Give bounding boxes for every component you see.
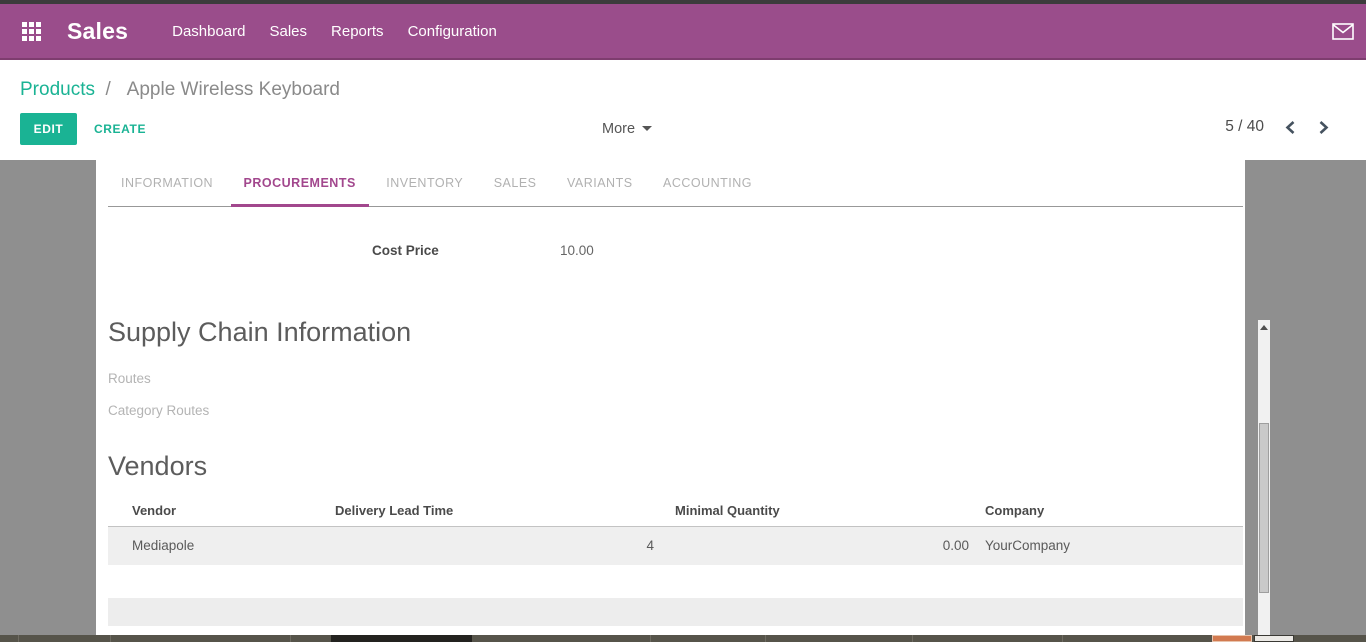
breadcrumb: Products / Apple Wireless Keyboard bbox=[20, 79, 340, 101]
edit-button[interactable]: EDIT bbox=[20, 113, 77, 145]
tab-sales[interactable]: SALES bbox=[481, 160, 550, 207]
apps-grid-icon[interactable] bbox=[22, 22, 41, 41]
cost-price-label: Cost Price bbox=[372, 243, 439, 258]
pager-previous-button[interactable] bbox=[1284, 120, 1297, 135]
messages-envelope-icon[interactable] bbox=[1332, 23, 1354, 40]
taskbar-item-orange[interactable] bbox=[1212, 635, 1252, 642]
breadcrumb-current bbox=[116, 79, 127, 100]
pager-value[interactable]: 5 / 40 bbox=[1225, 118, 1264, 136]
content-area: INFORMATION PROCUREMENTS INVENTORY SALES… bbox=[0, 160, 1366, 642]
empty-section-placeholder bbox=[108, 598, 1243, 626]
column-header-minimal-quantity: Minimal Quantity bbox=[660, 497, 975, 527]
pager: 5 / 40 bbox=[1225, 118, 1330, 136]
tab-variants[interactable]: VARIANTS bbox=[554, 160, 646, 207]
scroll-up-arrow-icon[interactable] bbox=[1260, 325, 1268, 330]
nav-item-reports[interactable]: Reports bbox=[331, 23, 384, 40]
cost-price-value: 10.00 bbox=[560, 243, 594, 258]
taskbar-active-app[interactable] bbox=[331, 635, 472, 642]
breadcrumb-current-item: Apple Wireless Keyboard bbox=[127, 79, 340, 100]
tab-accounting[interactable]: ACCOUNTING bbox=[650, 160, 765, 207]
vertical-scrollbar[interactable] bbox=[1258, 320, 1270, 642]
routes-label: Routes bbox=[108, 371, 151, 386]
create-button[interactable]: CREATE bbox=[94, 113, 146, 145]
vendor-table-row[interactable]: Mediapole 4 0.00 YourCompany bbox=[108, 527, 1243, 565]
taskbar-item-light[interactable] bbox=[1254, 635, 1294, 642]
navbar-menu: Dashboard Sales Reports Configuration bbox=[172, 23, 521, 40]
supply-chain-heading: Supply Chain Information bbox=[108, 317, 411, 348]
caret-down-icon bbox=[642, 126, 652, 131]
more-dropdown[interactable]: More bbox=[602, 121, 652, 137]
company-cell: YourCompany bbox=[975, 527, 1243, 565]
tab-procurements[interactable]: PROCUREMENTS bbox=[231, 160, 369, 207]
delivery-lead-time-cell: 4 bbox=[335, 527, 660, 565]
breadcrumb-separator-slash: / bbox=[106, 79, 111, 100]
scrollbar-thumb[interactable] bbox=[1259, 423, 1269, 593]
pager-next-button[interactable] bbox=[1317, 120, 1330, 135]
tab-information[interactable]: INFORMATION bbox=[108, 160, 226, 207]
os-taskbar-sliver bbox=[0, 635, 1366, 642]
vendor-cell: Mediapole bbox=[108, 527, 335, 565]
nav-item-sales[interactable]: Sales bbox=[270, 23, 308, 40]
tab-inventory[interactable]: INVENTORY bbox=[373, 160, 476, 207]
column-header-company: Company bbox=[975, 497, 1243, 527]
form-sheet: INFORMATION PROCUREMENTS INVENTORY SALES… bbox=[96, 160, 1245, 635]
column-header-delivery-lead-time: Delivery Lead Time bbox=[335, 497, 660, 527]
vendors-heading: Vendors bbox=[108, 451, 207, 482]
category-routes-label: Category Routes bbox=[108, 403, 209, 418]
nav-item-dashboard[interactable]: Dashboard bbox=[172, 23, 245, 40]
main-navbar: Sales Dashboard Sales Reports Configurat… bbox=[0, 4, 1366, 60]
app-title: Sales bbox=[67, 18, 128, 45]
breadcrumb-products-link[interactable]: Products bbox=[20, 79, 95, 100]
more-dropdown-label: More bbox=[602, 121, 635, 137]
notebook-tabs: INFORMATION PROCUREMENTS INVENTORY SALES… bbox=[108, 160, 1243, 207]
vendors-table: Vendor Delivery Lead Time Minimal Quanti… bbox=[108, 497, 1243, 565]
nav-item-configuration[interactable]: Configuration bbox=[408, 23, 497, 40]
minimal-quantity-cell: 0.00 bbox=[660, 527, 975, 565]
vendors-table-header-row: Vendor Delivery Lead Time Minimal Quanti… bbox=[108, 497, 1243, 527]
column-header-vendor: Vendor bbox=[108, 497, 335, 527]
